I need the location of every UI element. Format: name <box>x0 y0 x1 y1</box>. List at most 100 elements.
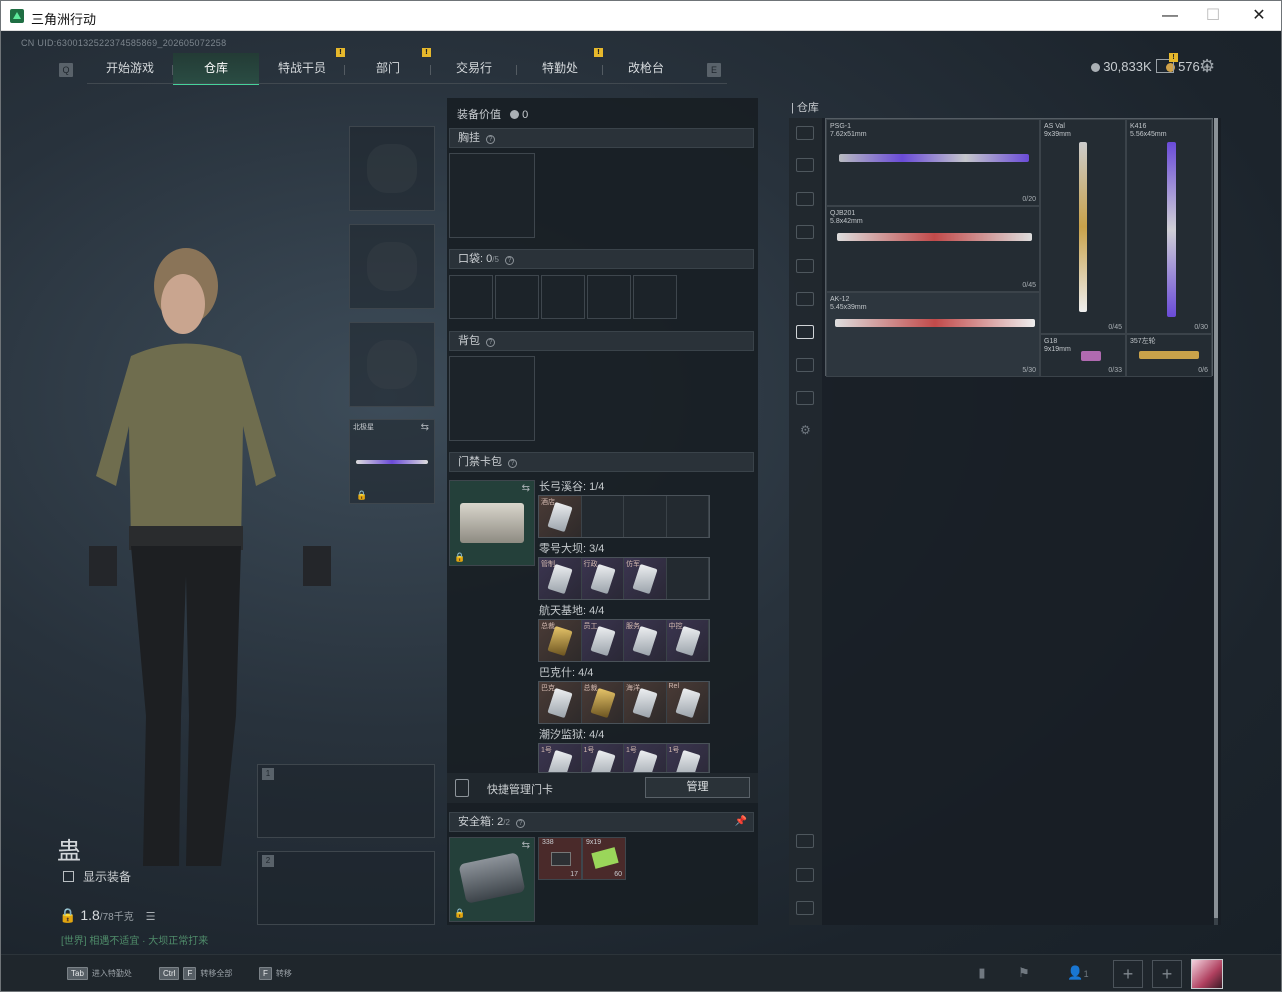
weapon-category-icon[interactable] <box>796 325 814 339</box>
backpack-slot[interactable] <box>449 356 535 441</box>
keycard-item[interactable]: 中控 <box>666 620 709 661</box>
weapon-item[interactable]: K416 5.56x45mm 0/30 <box>1126 119 1212 334</box>
category-icon[interactable] <box>796 225 814 239</box>
category-icon[interactable] <box>796 292 814 306</box>
keycard-item[interactable]: 海洋 <box>624 682 667 723</box>
safebox-item[interactable]: 338 17 <box>538 837 582 880</box>
keycard-item[interactable]: 1号 <box>539 744 582 772</box>
pocket-slot[interactable] <box>633 275 677 319</box>
keycard-item[interactable]: 1号 <box>624 744 667 772</box>
keycard-item[interactable]: 1号 <box>666 744 709 772</box>
swap-icon[interactable]: ⇆ <box>421 422 429 433</box>
weapon-item[interactable]: PSG-1 7.62x51mm 0/20 <box>826 119 1040 206</box>
keycard-empty-slot[interactable] <box>624 496 667 537</box>
invite-slot-button[interactable]: + <box>1152 960 1182 988</box>
pistol-icon <box>1081 351 1101 361</box>
minimize-button[interactable]: — <box>1156 5 1184 27</box>
ammo-box-icon <box>551 852 571 866</box>
gear-icon[interactable]: ⚙ <box>1199 56 1215 77</box>
weapon-item[interactable]: G18 9x19mm 0/33 <box>1040 334 1126 377</box>
flag-icon[interactable]: ⚑ <box>1016 965 1032 981</box>
pocket-slot[interactable] <box>495 275 539 319</box>
weapon-item[interactable]: AK-12 5.45x39mm 5/30 <box>826 292 1040 377</box>
maximize-button[interactable]: ☐ <box>1199 5 1227 27</box>
category-icon[interactable] <box>796 158 814 172</box>
keycard-empty-slot[interactable] <box>667 496 709 537</box>
notice-badge: ! <box>422 48 431 57</box>
lock-icon: 🔒 <box>454 552 466 562</box>
helmet-slot[interactable] <box>349 126 435 211</box>
safebox-slot[interactable]: ⇆ 🔒 <box>449 837 535 922</box>
primary-weapon-slot-1[interactable]: 1 <box>257 764 435 838</box>
keycard-item[interactable]: 总裁 <box>539 620 582 661</box>
sniper-rifle-icon <box>839 154 1029 162</box>
keycard-item[interactable]: 服务 <box>624 620 667 661</box>
list-icon[interactable]: ☰ <box>146 911 156 923</box>
tab-department[interactable]: 部门! <box>345 48 431 85</box>
melee-slot[interactable]: 北极星 ⇆ 🔒 <box>349 419 435 504</box>
keycard-item[interactable]: Rel <box>666 682 709 723</box>
tab-start-game[interactable]: 开始游戏 <box>87 53 173 85</box>
keycard-empty-slot[interactable] <box>667 558 709 599</box>
keycard-item[interactable]: 1号 <box>581 744 624 772</box>
manage-button[interactable]: 管理 <box>645 777 750 798</box>
stats-icon[interactable]: ▮ <box>974 965 990 981</box>
keycard-group-label: 潮汐监狱: 4/4 <box>539 729 605 741</box>
close-button[interactable]: ✕ <box>1245 5 1273 27</box>
tab-market[interactable]: 交易行 <box>431 53 517 85</box>
weapon-item[interactable]: AS Val 9x39mm 0/45 <box>1040 119 1126 334</box>
keycard-item[interactable]: 巴克 <box>539 682 582 723</box>
hint-transfer[interactable]: F 转移 <box>259 967 292 980</box>
keycard-item[interactable]: 行政 <box>581 558 624 599</box>
category-icon[interactable] <box>796 192 814 206</box>
keycard-pack-slot[interactable]: ⇆ 🔒 <box>449 480 535 566</box>
rifle-icon <box>1167 142 1176 317</box>
avatar[interactable] <box>1191 959 1223 989</box>
friends-icon[interactable]: 👤1 <box>1063 965 1093 981</box>
category-icon[interactable] <box>796 358 814 372</box>
keycard-group-label: 巴克什: 4/4 <box>539 667 594 679</box>
show-equipment-checkbox[interactable] <box>63 871 74 882</box>
tab-warehouse[interactable]: 仓库 <box>173 53 259 85</box>
tidy-icon[interactable] <box>796 901 814 915</box>
pocket-slot[interactable] <box>587 275 631 319</box>
tab-gunsmith[interactable]: 改枪台 <box>603 53 689 85</box>
pocket-slot[interactable] <box>449 275 493 319</box>
swap-icon[interactable]: ⇆ <box>522 840 530 851</box>
ammo-box-icon <box>591 847 619 869</box>
warehouse-scrollbar[interactable] <box>1214 118 1218 925</box>
safebox-item[interactable]: 9x19 60 <box>582 837 626 880</box>
keycard-item[interactable]: 员工 <box>581 620 624 661</box>
tab-operators[interactable]: 特战干员! <box>259 48 345 85</box>
category-icon[interactable] <box>796 391 814 405</box>
keycard-item[interactable]: 管制 <box>539 558 582 599</box>
rifle-icon <box>1079 142 1087 312</box>
hint-transfer-all[interactable]: Ctrl F 转移全部 <box>159 967 232 980</box>
mail-icon[interactable]: ! <box>1156 53 1178 73</box>
keycard-item[interactable]: 酒店 <box>539 496 582 537</box>
hint-enter-special-ops[interactable]: Tab 进入特勤处 <box>67 967 132 980</box>
pocket-slot[interactable] <box>541 275 585 319</box>
category-icon[interactable] <box>796 126 814 140</box>
invite-slot-button[interactable]: + <box>1113 960 1143 988</box>
sort-icon[interactable] <box>796 834 814 848</box>
pistol-slot[interactable] <box>349 322 435 407</box>
keycard-empty-slot[interactable] <box>582 496 624 537</box>
pin-icon[interactable]: 📌 <box>735 813 747 831</box>
nav-next-key[interactable]: E <box>707 63 721 77</box>
weapon-item[interactable]: 357左轮 0/6 <box>1126 334 1212 377</box>
category-icon[interactable] <box>796 259 814 273</box>
chest-rig-slot[interactable] <box>449 153 535 238</box>
quick-keycard-bar: 快捷管理门卡 管理 <box>447 773 758 803</box>
tab-special-ops[interactable]: 特勤处! <box>517 48 603 85</box>
swap-icon[interactable]: ⇆ <box>522 483 530 494</box>
keycard-item[interactable]: 仿军 <box>624 558 667 599</box>
armor-slot[interactable] <box>349 224 435 309</box>
layers-icon[interactable] <box>796 868 814 882</box>
settings-icon[interactable]: ⚙ <box>800 423 811 437</box>
nav-prev-key[interactable]: Q <box>59 63 73 77</box>
keycard-item[interactable]: 总裁 <box>581 682 624 723</box>
primary-weapon-slot-2[interactable]: 2 <box>257 851 435 925</box>
backpack-header: 背包? <box>449 331 754 351</box>
weapon-item[interactable]: QJB201 5.8x42mm 0/45 <box>826 206 1040 292</box>
